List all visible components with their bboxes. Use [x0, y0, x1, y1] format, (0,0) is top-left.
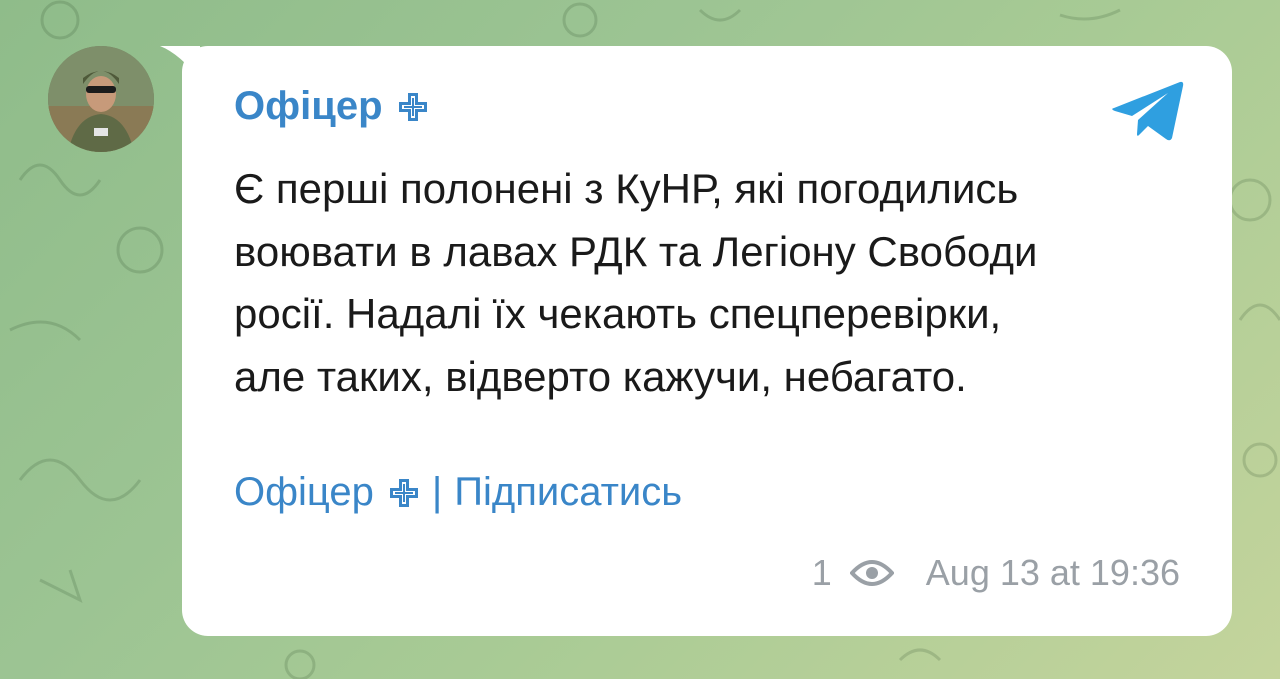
sender-header[interactable]: Офіцер — [234, 84, 429, 129]
footer-separator: | — [431, 470, 443, 514]
footer-channel-link[interactable]: Офіцер — [234, 470, 374, 515]
message-bubble[interactable]: Офіцер Є перші полонені з КуНР, які пого… — [182, 46, 1232, 636]
avatar-image — [48, 46, 154, 152]
channel-avatar[interactable] — [48, 46, 154, 152]
cross-icon — [389, 478, 418, 507]
cross-icon — [398, 92, 427, 121]
sender-name[interactable]: Офіцер — [234, 84, 383, 129]
eye-icon — [849, 560, 894, 586]
message-text: Є перші полонені з КуНР, які погодились … — [234, 165, 1038, 400]
telegram-icon — [1112, 81, 1184, 141]
subscribe-link[interactable]: Підписатись — [454, 470, 682, 515]
channel-footer: Офіцер | Підписатись — [234, 470, 682, 515]
view-count: 1 — [811, 552, 832, 593]
message-meta: 1 Aug 13 at 19:36 — [812, 552, 1180, 594]
message-timestamp: Aug 13 at 19:36 — [925, 552, 1180, 593]
